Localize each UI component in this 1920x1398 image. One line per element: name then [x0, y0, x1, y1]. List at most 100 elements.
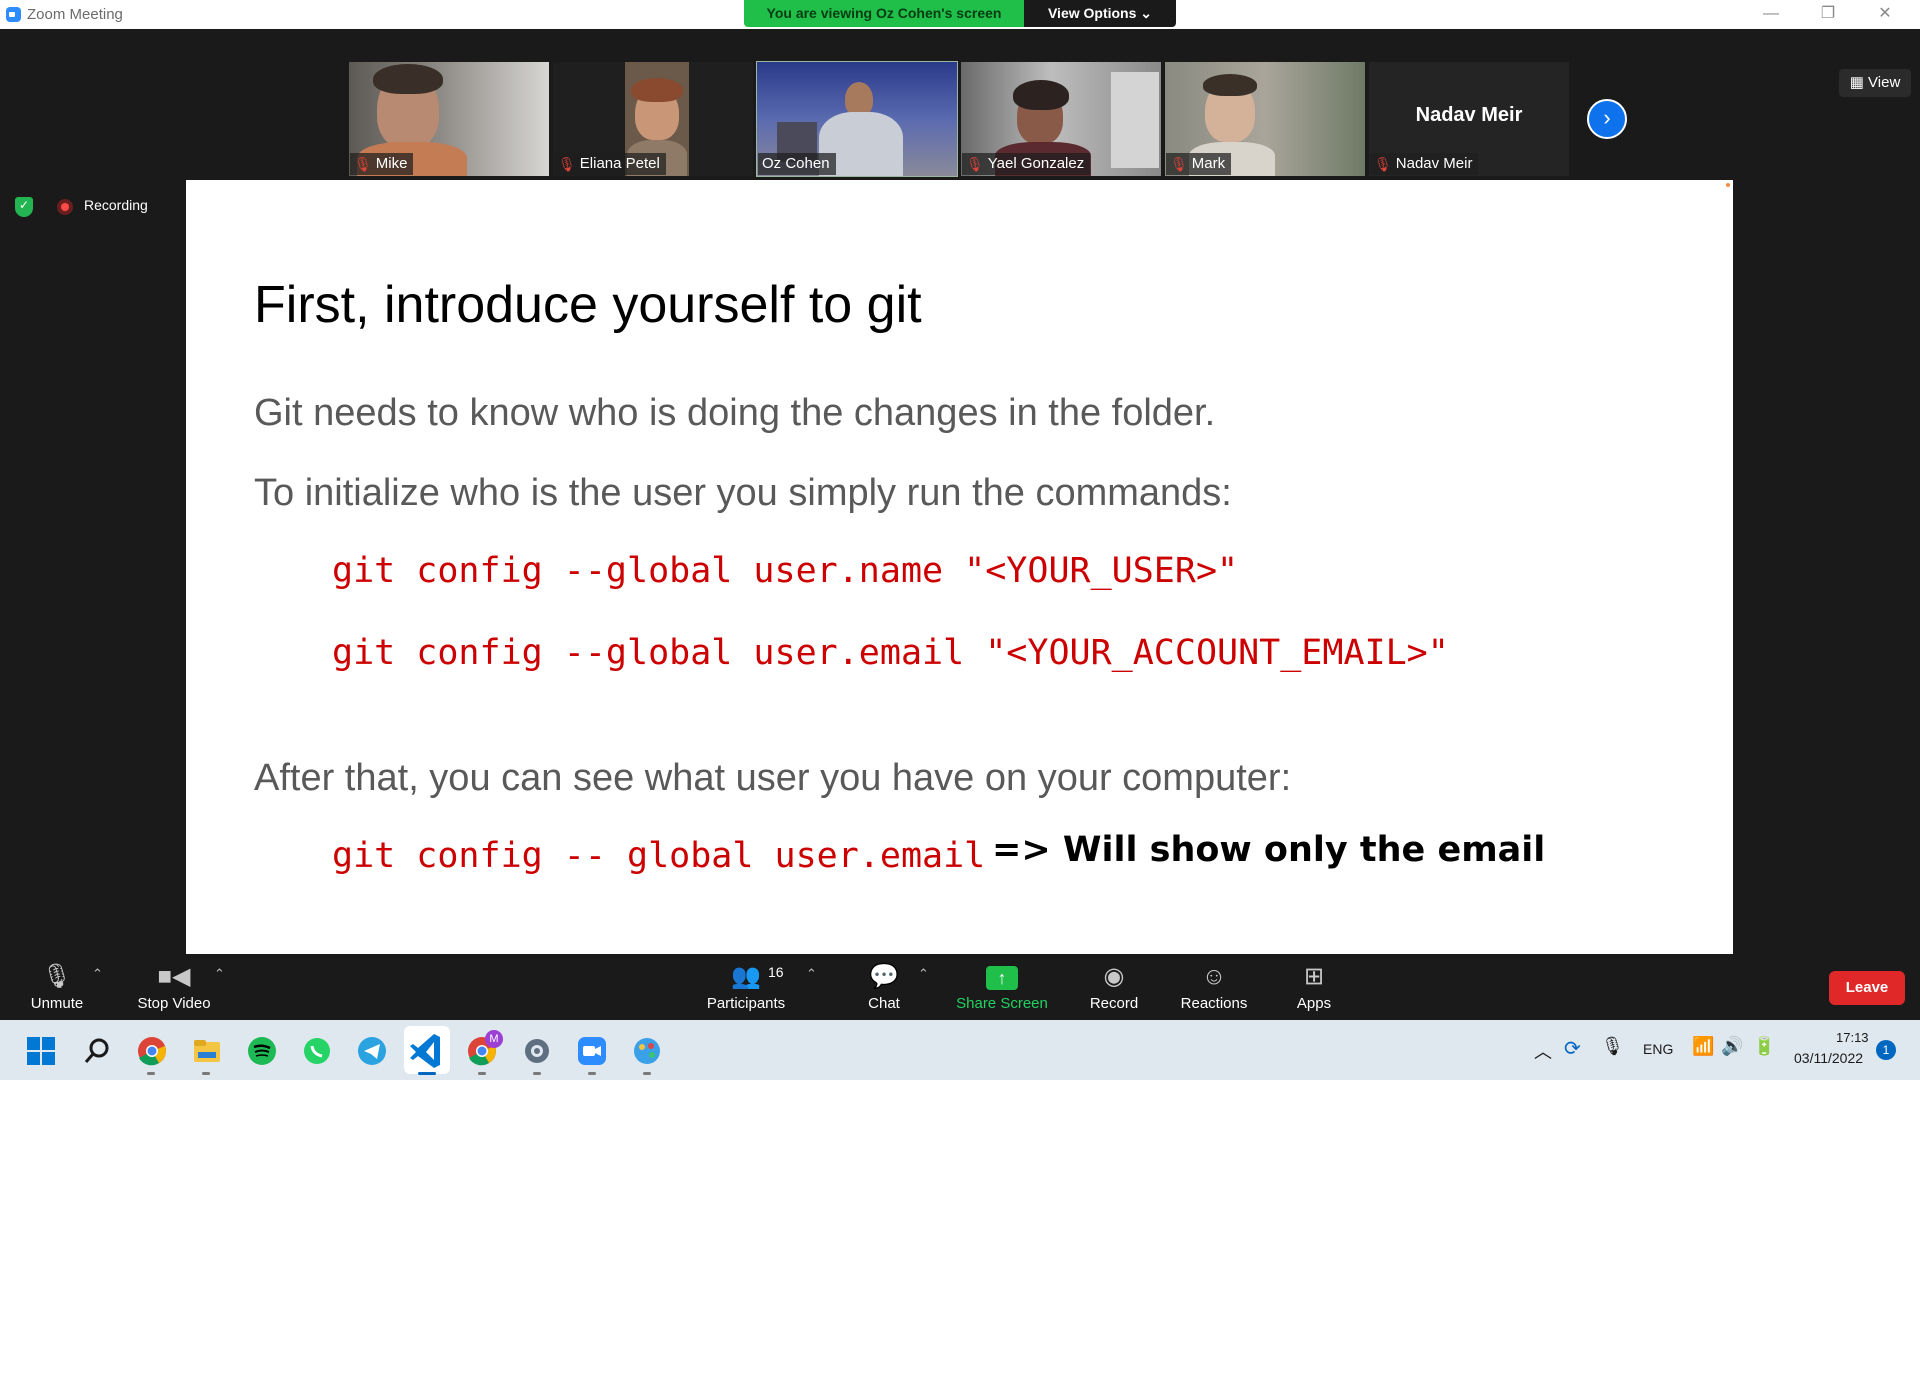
- slide-line-3: After that, you can see what user you ha…: [254, 757, 1292, 799]
- security-shield-icon[interactable]: [15, 197, 33, 217]
- minimize-button[interactable]: —: [1748, 0, 1794, 29]
- apps-button[interactable]: ⊞ Apps: [1294, 962, 1334, 1012]
- meeting-toolbar: 🎙 Unmute ⌃ ■◀ Stop Video ⌃ 👥 Participant…: [0, 954, 1920, 1020]
- chrome-running-indicator: [147, 1072, 155, 1075]
- participant-name-chip: 🎙 Mark: [1166, 153, 1232, 175]
- participants-options-caret[interactable]: ⌃: [806, 966, 817, 982]
- file-explorer-icon[interactable]: [192, 1036, 222, 1066]
- video-options-caret[interactable]: ⌃: [214, 966, 225, 982]
- whatsapp-icon[interactable]: [302, 1036, 332, 1066]
- participant-name: Eliana Petel: [579, 155, 660, 172]
- view-options-button[interactable]: View Options ⌄: [1024, 0, 1176, 27]
- view-layout-button[interactable]: ▦ View: [1839, 69, 1911, 97]
- participant-name-chip: 🎙 Yael Gonzalez: [962, 153, 1091, 175]
- sync-icon[interactable]: ⟳: [1564, 1036, 1581, 1061]
- record-icon: ◉: [1103, 963, 1125, 990]
- mic-off-icon: 🎙: [966, 156, 984, 172]
- slide-corner-marker: [1726, 183, 1730, 187]
- microphone-muted-icon: 🎙: [41, 963, 73, 990]
- reactions-label: Reactions: [1180, 995, 1248, 1012]
- participant-name-chip: 🎙 Eliana Petel: [554, 153, 666, 175]
- slide-title: First, introduce yourself to git: [254, 276, 922, 334]
- vscode-running-indicator: [418, 1072, 436, 1075]
- apps-grid-icon: ⊞: [1303, 963, 1325, 990]
- battery-icon[interactable]: 🔋: [1753, 1036, 1775, 1057]
- tray-overflow-chevron-icon[interactable]: ︿: [1534, 1038, 1552, 1064]
- mic-off-icon: 🎙: [354, 156, 372, 172]
- unmute-label: Unmute: [30, 995, 84, 1012]
- vscode-icon[interactable]: [404, 1026, 450, 1074]
- mic-off-icon: 🎙: [1374, 156, 1392, 172]
- share-screen-icon: ↑: [986, 966, 1018, 990]
- window-titlebar: Zoom Meeting You are viewing Oz Cohen's …: [0, 0, 1920, 29]
- record-button[interactable]: ◉ Record: [1088, 962, 1140, 1012]
- chrome-profile-icon[interactable]: M: [467, 1030, 503, 1066]
- video-camera-icon: ■◀: [157, 963, 191, 990]
- participant-name: Yael Gonzalez: [987, 155, 1085, 172]
- chat-label: Chat: [868, 995, 900, 1012]
- wifi-icon[interactable]: 📶: [1692, 1036, 1714, 1057]
- leave-button[interactable]: Leave: [1829, 971, 1905, 1005]
- participant-tile[interactable]: 🎙 Mike: [349, 62, 549, 176]
- windows-taskbar: M ︿ ⟳ 🎙 ENG 📶 🔊 🔋 17:13 03/11/2022: [0, 1020, 1920, 1080]
- chat-bubble-icon: 💬: [869, 963, 899, 990]
- participant-tile[interactable]: Nadav Meir 🎙 Nadav Meir: [1369, 62, 1569, 176]
- stop-video-label: Stop Video: [137, 995, 211, 1012]
- slide-line-2: To initialize who is the user you simply…: [254, 472, 1232, 514]
- chat-options-caret[interactable]: ⌃: [918, 966, 929, 982]
- chrome-icon[interactable]: [137, 1036, 167, 1066]
- reactions-smiley-icon: ☺: [1201, 963, 1227, 990]
- zoom-taskbar-icon[interactable]: [577, 1036, 607, 1066]
- meeting-area: 🎙 Mike 🎙 Eliana Petel Oz Cohen 🎙 Yael Go…: [0, 29, 1920, 983]
- recording-icon: [57, 199, 73, 215]
- explorer-running-indicator: [202, 1072, 210, 1075]
- participant-name: Mark: [1191, 155, 1226, 172]
- telegram-icon[interactable]: [357, 1036, 387, 1066]
- unmute-button[interactable]: 🎙 Unmute: [24, 962, 90, 1012]
- zoom-running-indicator: [588, 1072, 596, 1075]
- maximize-button[interactable]: ❐: [1805, 0, 1851, 29]
- code-line-3: git config -- global user.email: [332, 836, 986, 876]
- close-button[interactable]: ✕: [1862, 0, 1908, 29]
- input-language-label[interactable]: ENG: [1643, 1041, 1673, 1057]
- spotify-icon[interactable]: [247, 1036, 277, 1066]
- search-icon[interactable]: [82, 1036, 112, 1066]
- participant-name: Mike: [375, 155, 408, 172]
- participants-label: Participants: [706, 995, 786, 1012]
- participant-name: Nadav Meir: [1395, 155, 1473, 172]
- participant-tile[interactable]: 🎙 Mark: [1165, 62, 1365, 176]
- participant-tile[interactable]: 🎙 Eliana Petel: [553, 62, 753, 176]
- share-screen-label: Share Screen: [956, 995, 1048, 1012]
- chrome-profile-running-indicator: [478, 1072, 486, 1075]
- participants-count: 16: [768, 964, 784, 980]
- slide-line-1: Git needs to know who is doing the chang…: [254, 392, 1216, 434]
- microphone-tray-icon[interactable]: 🎙: [1601, 1036, 1624, 1057]
- record-label: Record: [1089, 995, 1139, 1012]
- shared-screen-slide: First, introduce yourself to git Git nee…: [186, 180, 1733, 983]
- code-line-1: git config --global user.name "<YOUR_USE…: [332, 551, 1239, 591]
- mic-off-icon: 🎙: [558, 156, 576, 172]
- stop-video-button[interactable]: ■◀ Stop Video: [132, 962, 216, 1012]
- notification-count-badge[interactable]: 1: [1876, 1040, 1896, 1060]
- zoom-logo-icon: [6, 7, 21, 22]
- participant-name-chip: Oz Cohen: [758, 153, 836, 175]
- viewing-screen-banner: You are viewing Oz Cohen's screen: [744, 0, 1024, 27]
- clock-date[interactable]: 03/11/2022: [1794, 1050, 1863, 1066]
- clock-time[interactable]: 17:13: [1836, 1030, 1869, 1045]
- share-screen-button[interactable]: ↑ Share Screen: [956, 962, 1048, 1012]
- paint-app-icon[interactable]: [632, 1036, 662, 1066]
- settings-gear-icon[interactable]: [522, 1036, 552, 1066]
- settings-running-indicator: [533, 1072, 541, 1075]
- recording-label: Recording: [84, 197, 148, 213]
- audio-options-caret[interactable]: ⌃: [92, 966, 103, 982]
- apps-label: Apps: [1296, 995, 1332, 1012]
- windows-start-icon[interactable]: [26, 1036, 56, 1066]
- profile-badge: M: [485, 1030, 503, 1048]
- volume-icon[interactable]: 🔊: [1721, 1036, 1743, 1057]
- participant-tile[interactable]: 🎙 Yael Gonzalez: [961, 62, 1161, 176]
- participant-name-chip: 🎙 Mike: [350, 153, 414, 175]
- chat-button[interactable]: 💬 Chat: [862, 962, 906, 1012]
- next-page-button[interactable]: ›: [1587, 99, 1627, 139]
- reactions-button[interactable]: ☺ Reactions: [1180, 962, 1248, 1012]
- participant-tile-active-speaker[interactable]: Oz Cohen: [756, 61, 958, 177]
